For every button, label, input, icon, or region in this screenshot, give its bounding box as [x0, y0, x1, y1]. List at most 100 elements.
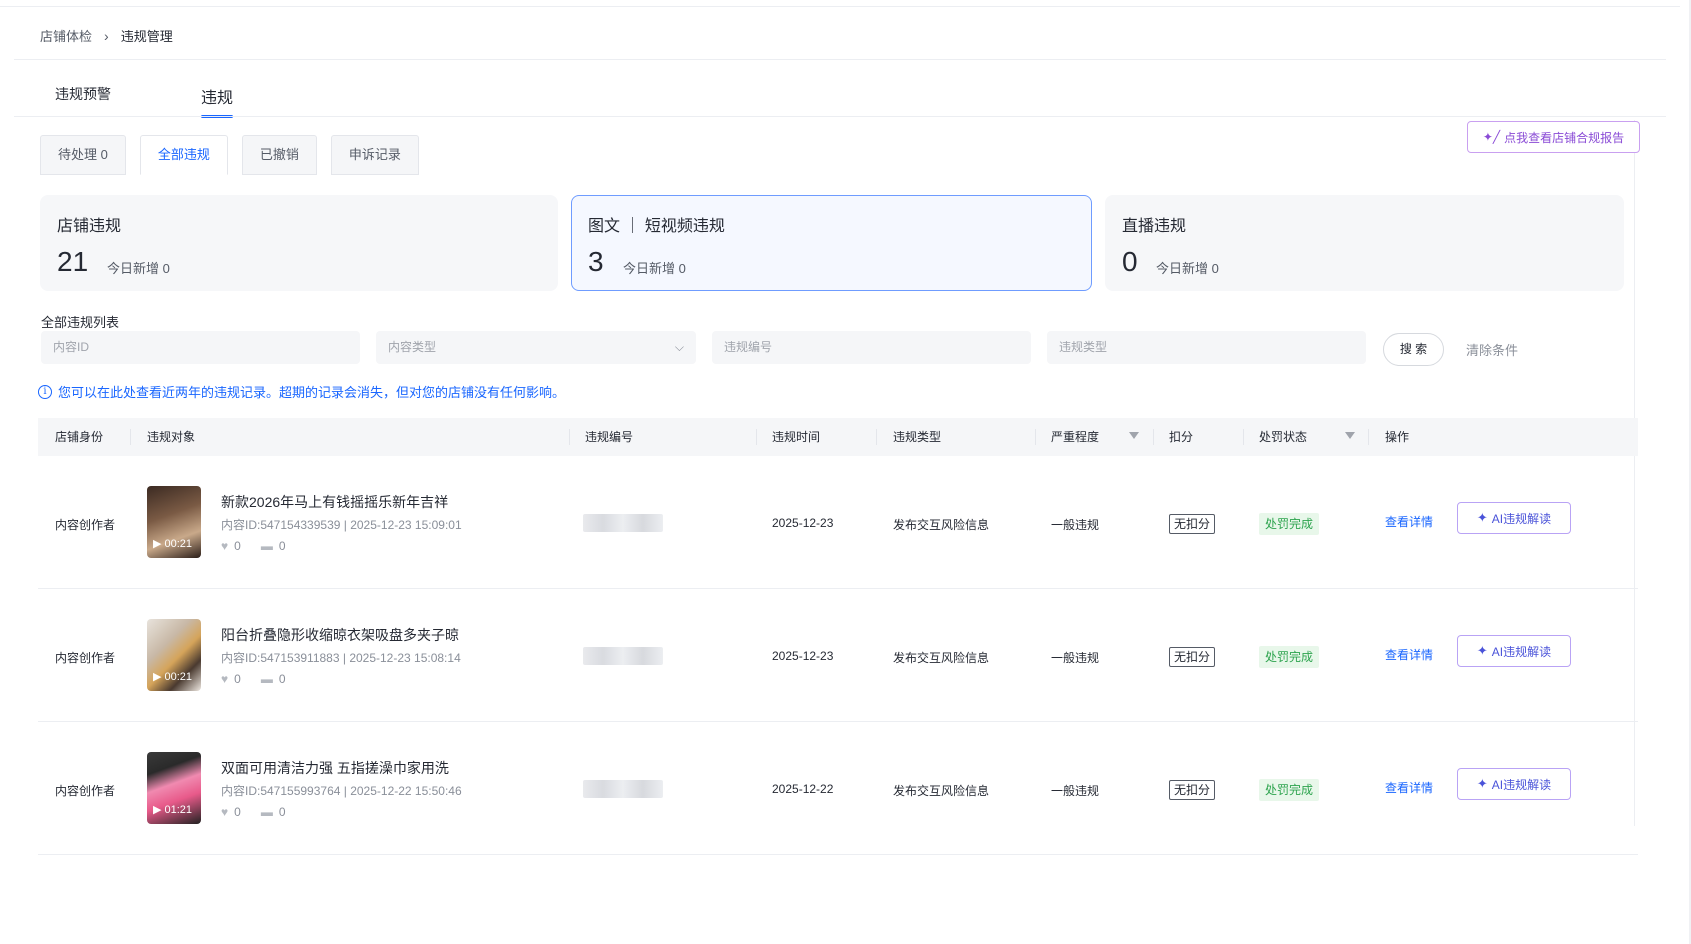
sparkle-icon: ✦: [1476, 776, 1488, 791]
violation-type-input[interactable]: 违规类型: [1047, 331, 1366, 364]
violation-no-input[interactable]: 违规编号: [712, 331, 1031, 364]
content-type-select[interactable]: 内容类型 ⌵: [376, 331, 696, 364]
table-row: 内容创作者 ▶ 00:21 阳台折叠隐形收缩晾衣架吸盘多夹子晾 内容ID:547…: [38, 589, 1638, 722]
col-identity: 店铺身份: [55, 430, 104, 444]
col-object: 违规对象: [147, 430, 196, 444]
comments-count: 0: [278, 672, 286, 686]
filter-icon[interactable]: [1129, 432, 1139, 439]
ai-explain-button[interactable]: ✦ AI违规解读: [1457, 768, 1571, 800]
content-id-input[interactable]: 内容ID: [41, 331, 360, 364]
chevron-down-icon: ⌵: [674, 340, 684, 354]
filter-icon[interactable]: [1345, 432, 1355, 439]
col-deduct: 扣分: [1169, 430, 1194, 444]
col-time: 违规时间: [772, 430, 821, 444]
col-divider: [1153, 429, 1154, 445]
heart-icon: ♥: [221, 539, 229, 553]
video-thumbnail[interactable]: ▶ 00:21: [147, 486, 201, 558]
stat-count: 0: [1122, 246, 1138, 277]
subtab-revoked[interactable]: 已撤销: [241, 135, 317, 175]
likes-count: 0: [234, 805, 241, 819]
top-divider: [0, 6, 1680, 7]
video-duration: ▶ 01:21: [153, 804, 193, 816]
ai-explain-label: AI违规解读: [1491, 644, 1552, 659]
stat-count: 3: [588, 246, 604, 277]
stat-card-content[interactable]: 图文 ｜ 短视频违规 3 今日新增 0: [571, 195, 1092, 291]
stat-card-store[interactable]: 店铺违规 21 今日新增 0: [40, 195, 558, 291]
col-type: 违规类型: [893, 430, 942, 444]
tabs-divider: [14, 116, 1666, 117]
view-detail-link[interactable]: 查看详情: [1385, 513, 1433, 530]
table-header: 店铺身份 违规对象 违规编号 违规时间 违规类型 严重程度 扣分 处罚状态 操作: [38, 418, 1638, 456]
content-meta: 内容ID:547154339539 | 2025-12-23 15:09:01: [221, 518, 462, 532]
col-divider: [130, 429, 131, 445]
subtab-appeal-records[interactable]: 申诉记录: [330, 135, 419, 175]
violation-number-blurred: [583, 514, 663, 532]
list-title: 全部违规列表: [41, 315, 120, 330]
video-thumbnail[interactable]: ▶ 00:21: [147, 619, 201, 691]
view-detail-link[interactable]: 查看详情: [1385, 779, 1433, 796]
view-detail-link[interactable]: 查看详情: [1385, 646, 1433, 663]
subtab-pending[interactable]: 待处理 0: [40, 135, 126, 175]
stat-new-today: 今日新增 0: [1156, 261, 1219, 276]
comment-icon: ▬: [260, 672, 273, 686]
violation-date: 2025-12-23: [772, 649, 834, 663]
breadcrumb: 店铺体检 › 违规管理: [40, 26, 173, 45]
deduct-badge: 无扣分: [1169, 647, 1216, 667]
sub-tabs: 待处理 0 全部违规 已撤销 申诉记录: [40, 135, 433, 175]
status-badge: 处罚完成: [1259, 779, 1320, 801]
likes-count: 0: [234, 539, 241, 553]
sparkle-icon: ✦: [1476, 510, 1488, 525]
compliance-report-label: 点我查看店铺合规报告: [1504, 130, 1625, 145]
content-stats: ♥ 0 ▬ 0: [221, 805, 306, 819]
main-tabs: 违规预警 违规: [55, 84, 323, 118]
ai-explain-button[interactable]: ✦ AI违规解读: [1457, 502, 1571, 534]
ai-explain-label: AI违规解读: [1491, 777, 1552, 792]
content-title[interactable]: 双面可用清洁力强 五指搓澡巾家用洗: [221, 758, 449, 778]
duration-text: 01:21: [164, 804, 193, 816]
violation-type: 发布交互风险信息: [893, 784, 990, 798]
violation-date: 2025-12-23: [772, 516, 834, 530]
col-status: 处罚状态: [1259, 430, 1308, 444]
stat-card-live[interactable]: 直播违规 0 今日新增 0: [1105, 195, 1624, 291]
violation-type: 发布交互风险信息: [893, 518, 990, 532]
violation-type: 发布交互风险信息: [893, 651, 990, 665]
table-row: 内容创作者 ▶ 01:21 双面可用清洁力强 五指搓澡巾家用洗 内容ID:547…: [38, 722, 1638, 855]
stat-title: 图文 ｜ 短视频违规: [588, 218, 725, 235]
stat-count: 21: [57, 246, 89, 277]
content-type-placeholder: 内容类型: [388, 340, 437, 354]
tab-violation[interactable]: 违规: [201, 84, 234, 118]
store-identity: 内容创作者: [55, 651, 116, 665]
tab-violation-warning[interactable]: 违规预警: [55, 84, 111, 116]
col-actions: 操作: [1385, 430, 1410, 444]
violation-number-blurred: [583, 647, 663, 665]
video-thumbnail[interactable]: ▶ 01:21: [147, 752, 201, 824]
content-title[interactable]: 新款2026年马上有钱摇摇乐新年吉祥: [221, 492, 448, 512]
ai-explain-button[interactable]: ✦ AI违规解读: [1457, 635, 1571, 667]
subtab-all-violations[interactable]: 全部违规: [139, 135, 228, 175]
table-row: 内容创作者 ▶ 00:21 新款2026年马上有钱摇摇乐新年吉祥 内容ID:54…: [38, 456, 1638, 589]
violation-date: 2025-12-22: [772, 782, 834, 796]
likes-count: 0: [234, 672, 241, 686]
content-title[interactable]: 阳台折叠隐形收缩晾衣架吸盘多夹子晾: [221, 625, 459, 645]
comments-count: 0: [278, 805, 286, 819]
col-divider: [569, 429, 570, 445]
chevron-right-icon: ›: [104, 27, 109, 44]
violation-number-blurred: [583, 780, 663, 798]
col-divider: [1368, 429, 1369, 445]
breadcrumb-divider: [14, 59, 1666, 60]
breadcrumb-parent-link[interactable]: 店铺体检: [40, 26, 92, 45]
clear-filters-link[interactable]: 清除条件: [1466, 340, 1518, 359]
col-divider: [1035, 429, 1036, 445]
stat-title: 店铺违规: [57, 218, 122, 235]
compliance-report-button[interactable]: ✦╱ 点我查看店铺合规报告: [1467, 121, 1640, 153]
search-button[interactable]: 搜 索: [1383, 333, 1444, 366]
stat-title: 直播违规: [1122, 218, 1187, 235]
store-identity: 内容创作者: [55, 784, 116, 798]
notice-text: 您可以在此处查看近两年的违规记录。超期的记录会消失，但对您的店铺没有任何影响。: [58, 385, 566, 400]
stat-new-today: 今日新增 0: [623, 261, 686, 276]
col-number: 违规编号: [585, 430, 634, 444]
deduct-badge: 无扣分: [1169, 514, 1216, 534]
breadcrumb-current: 违规管理: [120, 29, 173, 44]
video-duration: ▶ 00:21: [153, 538, 193, 550]
content-meta: 内容ID:547155993764 | 2025-12-22 15:50:46: [221, 784, 462, 798]
